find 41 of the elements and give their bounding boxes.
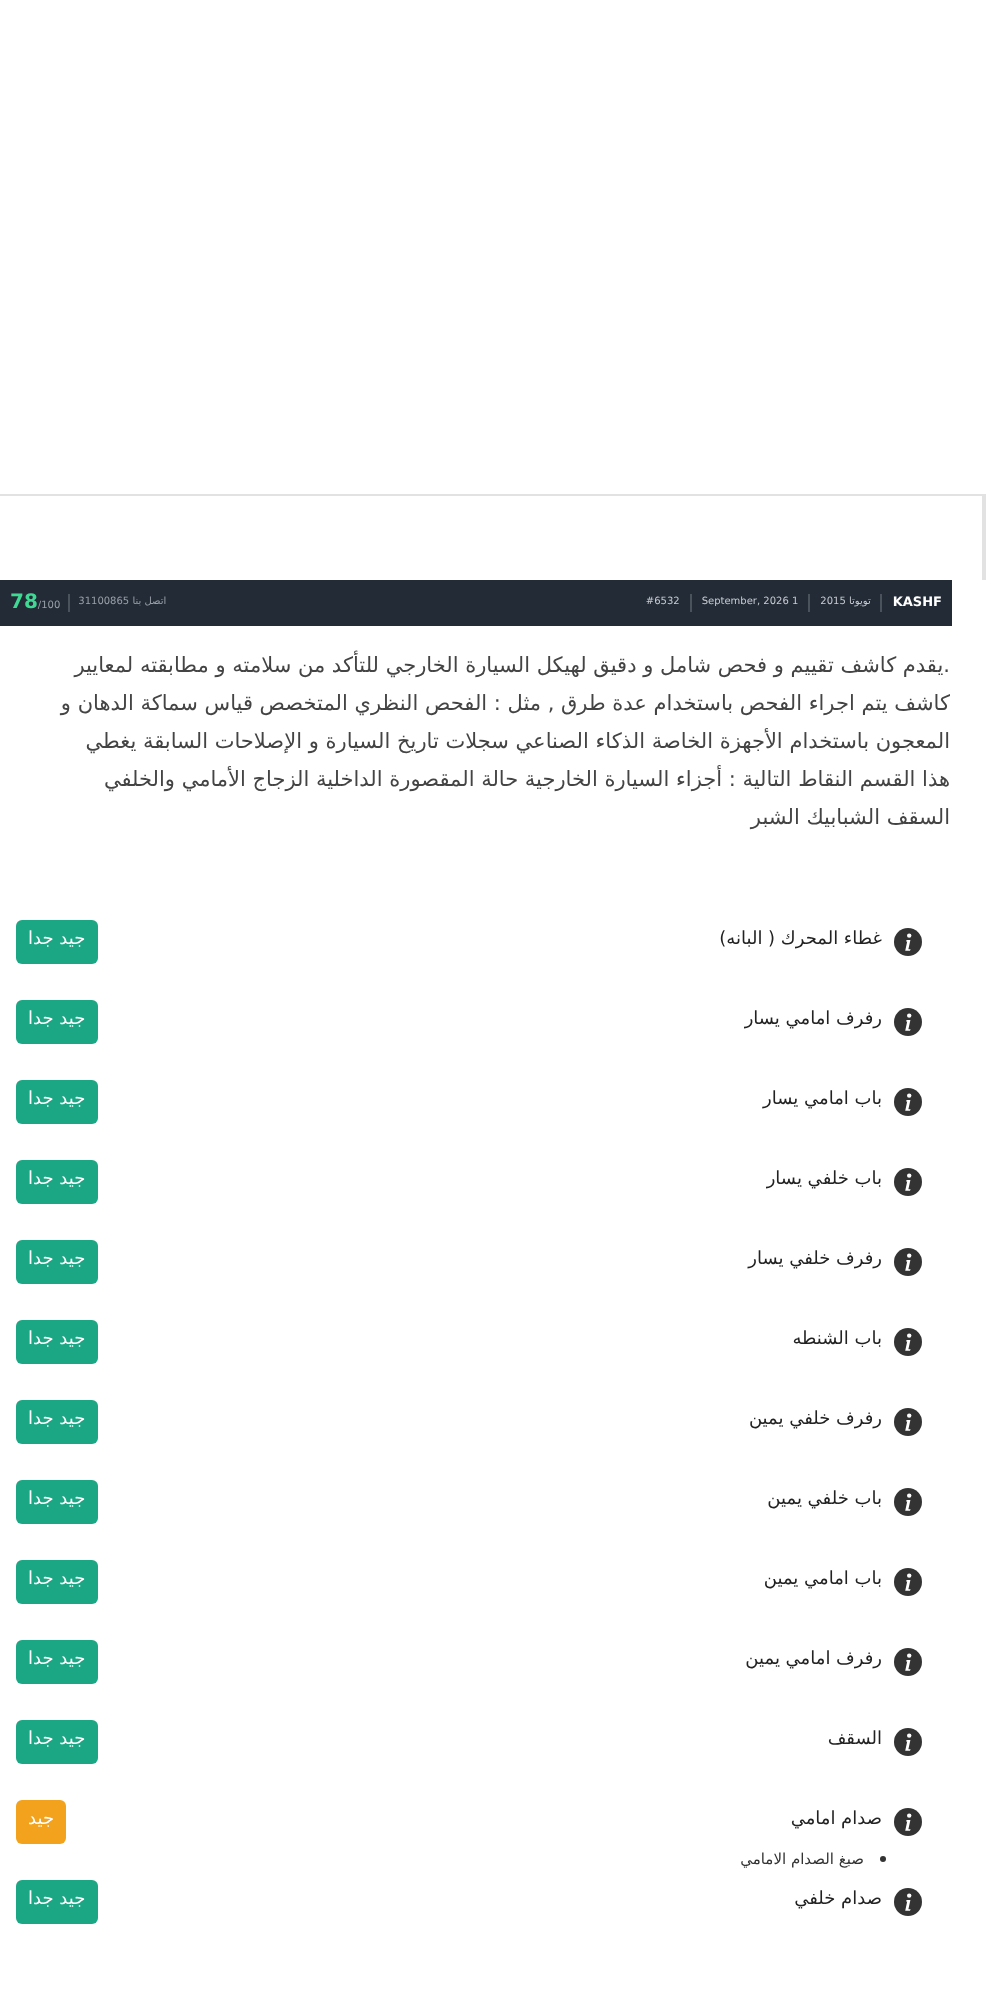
rating-badge: جيد جدا <box>16 1240 98 1284</box>
info-icon <box>894 1088 922 1116</box>
rating-badge: جيد جدا <box>16 1640 98 1684</box>
rating-badge: جيد جدا <box>16 1320 98 1364</box>
rating-badge: جيد جدا <box>16 1160 98 1204</box>
item-label: غطاء المحرك ( البانه) <box>719 928 882 955</box>
rating-badge: جيد جدا <box>16 1720 98 1764</box>
item-label: صدام خلفي <box>794 1888 882 1915</box>
item-label: رفرف امامي يسار <box>744 1008 882 1035</box>
item-label: باب امامي يمين <box>763 1568 882 1595</box>
item-label: صدام امامي <box>790 1808 882 1835</box>
info-icon <box>894 1328 922 1356</box>
rating-badge: جيد جدا <box>16 1400 98 1444</box>
info-icon <box>894 1808 922 1836</box>
item-label: رفرف خلفي يمين <box>748 1408 882 1435</box>
item-label: رفرف خلفي يسار <box>748 1248 882 1275</box>
rating-badge: جيد جدا <box>16 1880 98 1924</box>
rating-badge: جيد جدا <box>16 1560 98 1604</box>
rating-badge: جيد <box>16 1800 67 1844</box>
item-label: باب الشنطه <box>792 1328 882 1355</box>
info-icon <box>894 1248 922 1276</box>
info-icon <box>894 1168 922 1196</box>
section-description: .يقدم كاشف تقييم و فحص شامل و دقيق لهيكل السيارة الخارجي للتأكد من سلامته و مطابقته لمعايير كاشف يتم اجراء الفحص باستخدام عدة طرق , مثل : الفحص النظري المتخصص قياس سماكة الدهان و المعجون باستخدام الأجهزة الخاصة الذكاء الصناعي سجلات تاريخ السيارة و الإصلاحات السابقة يغطي هذا القسم النقاط التالية : أجزاء السيارة الخارجية حالة المقصورة الداخلية الزجاج الأمامي والخلفي السقف الشبابيك الشبر <box>58 648 952 834</box>
rating-badge: جيد جدا <box>16 1080 98 1124</box>
info-icon <box>894 1408 922 1436</box>
rating-badge: جيد جدا <box>16 920 98 964</box>
rating-badge: جيد جدا <box>16 1480 98 1524</box>
info-icon <box>894 1568 922 1596</box>
item-label: باب خلفي يمين <box>767 1488 882 1515</box>
info-icon <box>894 1008 922 1036</box>
info-icon <box>894 1728 922 1756</box>
info-icon <box>894 1648 922 1676</box>
info-icon <box>894 1888 922 1916</box>
item-label: باب خلفي يسار <box>766 1168 882 1195</box>
item-label: باب امامي يسار <box>763 1088 882 1115</box>
item-label: رفرف امامي يمين <box>745 1648 882 1675</box>
rating-badge: جيد جدا <box>16 1000 98 1044</box>
bullet-icon <box>880 1856 886 1863</box>
info-icon <box>894 1488 922 1516</box>
item-label: السقف <box>827 1728 882 1755</box>
info-icon <box>894 928 922 956</box>
